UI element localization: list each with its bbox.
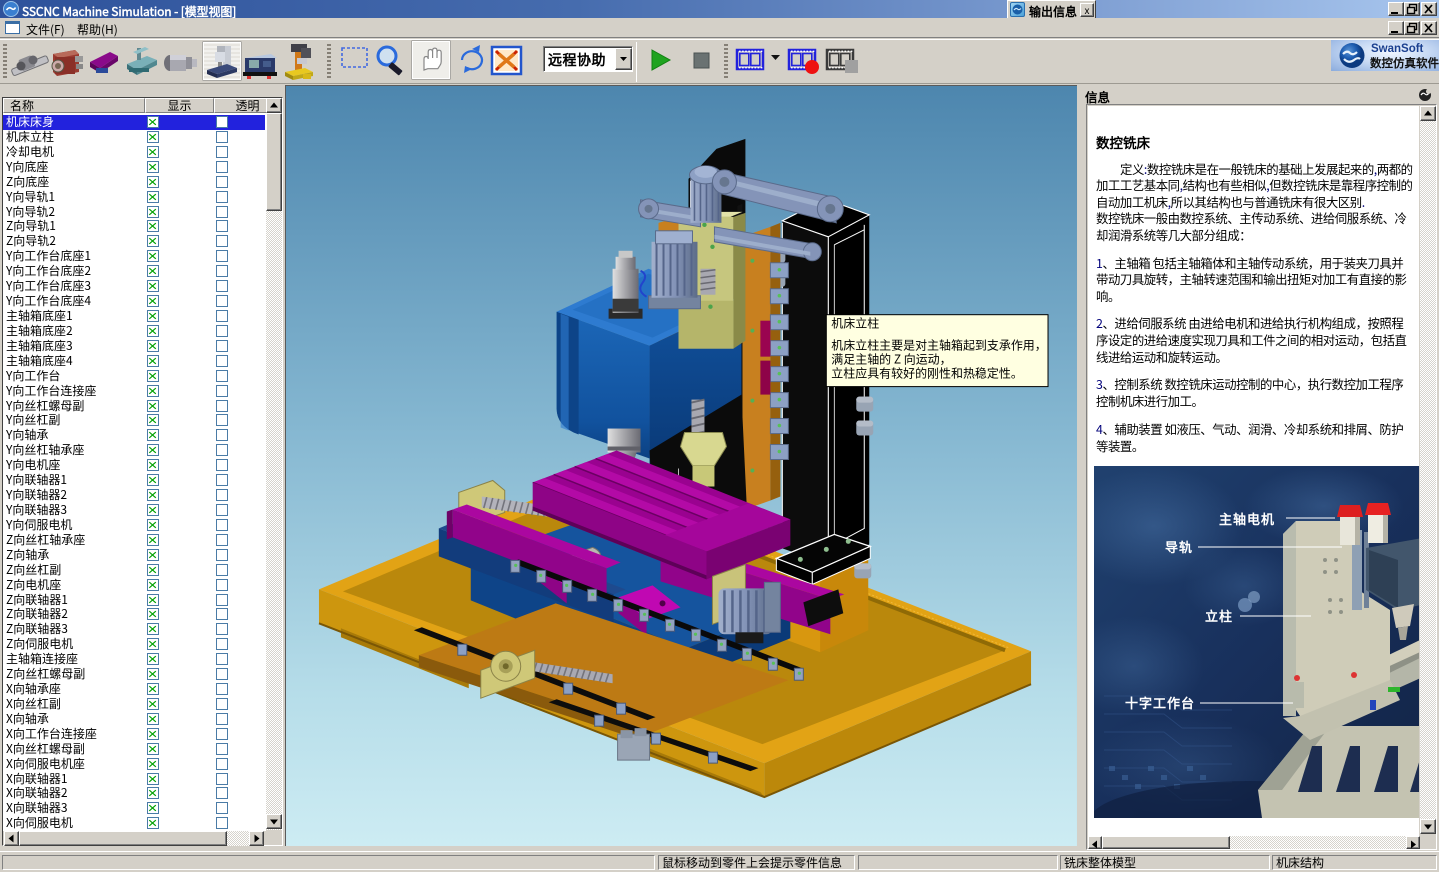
svg-text:导轨: 导轨 <box>1165 537 1193 556</box>
svg-text:立柱应具有较好的刚性和热稳定性。: 立柱应具有较好的刚性和热稳定性。 <box>831 365 1023 382</box>
svg-text:十字工作台: 十字工作台 <box>1125 693 1195 712</box>
svg-text:机床立柱: 机床立柱 <box>831 315 879 332</box>
svg-text:主轴电机: 主轴电机 <box>1219 509 1275 528</box>
svg-text:立柱: 立柱 <box>1205 606 1233 625</box>
